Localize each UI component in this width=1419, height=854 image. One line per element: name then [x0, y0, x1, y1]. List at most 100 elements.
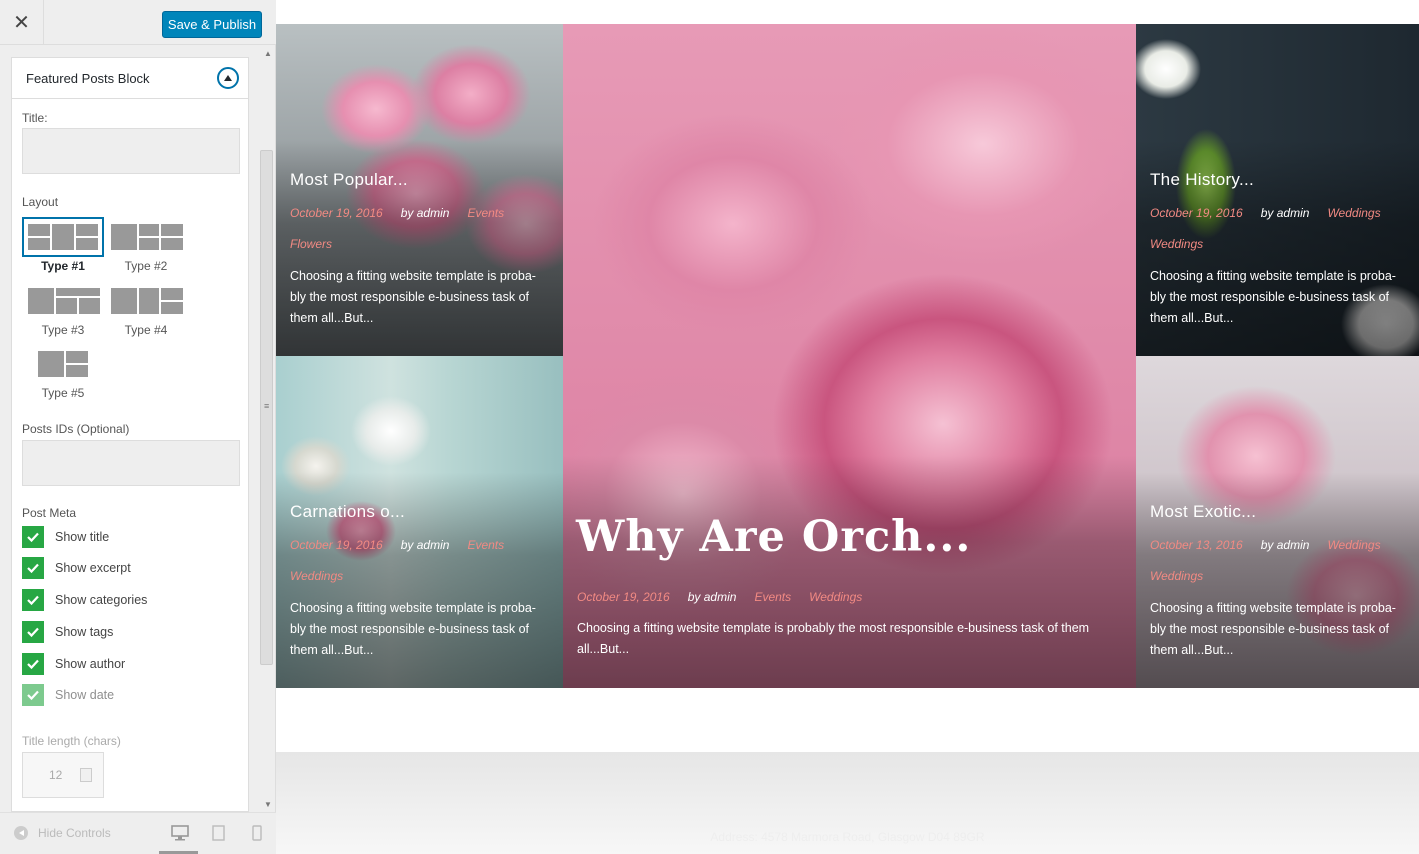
tablet-icon[interactable] — [210, 825, 228, 841]
collapse-section-button[interactable] — [217, 67, 239, 89]
layout-option-type-5[interactable]: Type #5 — [22, 344, 104, 402]
chevron-up-icon — [224, 75, 232, 81]
post-category[interactable]: Weddings — [809, 590, 862, 604]
scroll-thumb[interactable]: ≡ — [260, 150, 273, 665]
site-preview: Most Popular... October 19, 2016 by admin… — [276, 0, 1419, 854]
post-category[interactable]: Weddings — [1150, 569, 1203, 583]
post-date[interactable]: October 19, 2016 — [290, 206, 383, 220]
post-meta: October 13, 2016 by admin Weddings Wedding… — [1150, 530, 1409, 592]
post-title[interactable]: The History... — [1150, 170, 1254, 190]
stepper-value: 12 — [49, 768, 63, 782]
post-card-3-featured[interactable]: Why Are Orch... October 19, 2016 by admin… — [563, 24, 1136, 688]
post-category[interactable]: Weddings — [1150, 237, 1203, 251]
layout-option-type-2[interactable]: Type #2 — [105, 217, 187, 275]
layout-name: Type #2 — [124, 259, 168, 273]
layout-option-type-4[interactable]: Type #4 — [105, 281, 187, 339]
grip-icon: ≡ — [264, 401, 270, 411]
show-date-checkbox[interactable]: Show date — [22, 684, 114, 706]
post-category[interactable]: Events — [467, 538, 504, 552]
post-card-5[interactable]: Most Exotic... October 13, 2016 by admin W… — [1136, 356, 1419, 688]
post-excerpt: Choosing a fitting website template is p… — [1150, 601, 1396, 657]
featured-post-title[interactable]: Why Are Orch... — [576, 512, 971, 562]
collapse-icon — [14, 826, 28, 840]
post-category[interactable]: Weddings — [1327, 538, 1380, 552]
post-category[interactable]: Weddings — [1327, 206, 1380, 220]
post-author[interactable]: by admin — [401, 206, 450, 220]
post-ids-label: Posts IDs (Optional) — [22, 422, 130, 436]
layout-thumbnail-grid — [28, 224, 98, 250]
title-length-stepper[interactable]: 12 — [22, 752, 104, 798]
check-icon[interactable] — [22, 684, 44, 706]
post-author[interactable]: by admin — [401, 538, 450, 552]
post-excerpt: Choosing a fitting website template is p… — [290, 601, 536, 657]
post-date[interactable]: October 13, 2016 — [1150, 538, 1243, 552]
hide-controls-label: Hide Controls — [38, 826, 111, 840]
post-card-4[interactable]: The History... October 19, 2016 by admin W… — [1136, 24, 1419, 356]
post-meta: October 19, 2016 by admin Events Flowers — [290, 198, 553, 260]
section-header[interactable]: Featured Posts Block — [12, 58, 248, 99]
post-author[interactable]: by admin — [1261, 538, 1310, 552]
show-title-checkbox[interactable]: Show title — [22, 526, 109, 548]
post-category[interactable]: Events — [754, 590, 791, 604]
save-publish-button[interactable]: Save & Publish — [162, 11, 262, 38]
post-date[interactable]: October 19, 2016 — [577, 590, 670, 604]
layout-thumbnail-grid — [111, 224, 183, 250]
layout-option-type-1[interactable]: Type #1 — [22, 217, 104, 275]
sidebar-scrollbar[interactable]: ▲ ≡ ▼ — [259, 45, 276, 812]
footer-address: Address: 4578 Marmora Road, Glasgow D04 … — [710, 830, 985, 844]
checkbox-label: Show date — [55, 688, 115, 702]
scroll-down-icon[interactable]: ▼ — [264, 800, 272, 809]
layout-label: Layout — [22, 195, 59, 209]
layout-thumbnail-grid — [111, 288, 183, 314]
layout-thumbnail-grid — [28, 288, 100, 314]
checkbox-label: Show author — [55, 657, 126, 671]
customizer-footer: Hide Controls — [0, 812, 276, 854]
show-categories-checkbox[interactable]: Show categories — [22, 589, 147, 611]
customizer-sidebar: ✕ Save & Publish Featured Posts Block Ti… — [0, 0, 276, 854]
scroll-up-icon[interactable]: ▲ — [264, 49, 272, 58]
check-icon[interactable] — [22, 557, 44, 579]
featured-posts-panel: Featured Posts Block Title: Layout Type … — [11, 57, 249, 812]
post-category[interactable]: Flowers — [290, 237, 332, 251]
close-customizer-button[interactable]: ✕ — [0, 0, 44, 45]
layout-name: Type #4 — [124, 323, 168, 337]
post-meta: October 19, 2016 by admin Weddings Wedding… — [1150, 198, 1409, 260]
check-icon[interactable] — [22, 526, 44, 548]
check-icon[interactable] — [22, 621, 44, 643]
check-icon[interactable] — [22, 589, 44, 611]
post-category[interactable]: Events — [467, 206, 504, 220]
section-title: Featured Posts Block — [26, 70, 150, 86]
post-ids-input[interactable] — [22, 440, 240, 486]
post-title[interactable]: Most Popular... — [290, 170, 408, 190]
post-date[interactable]: October 19, 2016 — [290, 538, 383, 552]
post-date[interactable]: October 19, 2016 — [1150, 206, 1243, 220]
desktop-icon[interactable] — [171, 825, 189, 841]
hide-controls-button[interactable]: Hide Controls — [14, 826, 111, 840]
post-author[interactable]: by admin — [688, 590, 737, 604]
post-card-2[interactable]: Carnations o... October 19, 2016 by admin… — [276, 356, 563, 688]
title-input[interactable] — [22, 128, 240, 174]
post-excerpt: Choosing a fitting website template is p… — [1150, 269, 1396, 325]
post-card-1[interactable]: Most Popular... October 19, 2016 by admin… — [276, 24, 563, 356]
show-author-checkbox[interactable]: Show author — [22, 653, 125, 675]
post-excerpt: Choosing a fitting website template is p… — [290, 269, 536, 325]
layout-name: Type #5 — [41, 386, 85, 400]
checkbox-label: Show categories — [55, 593, 148, 607]
title-label: Title: — [22, 111, 48, 125]
layout-option-type-3[interactable]: Type #3 — [22, 281, 104, 339]
show-excerpt-checkbox[interactable]: Show excerpt — [22, 557, 131, 579]
post-title[interactable]: Carnations o... — [290, 502, 405, 522]
checkbox-label: Show tags — [55, 625, 114, 639]
layout-name: Type #1 — [41, 259, 85, 273]
post-title[interactable]: Most Exotic... — [1150, 502, 1256, 522]
checkbox-label: Show title — [55, 530, 110, 544]
post-meta: October 19, 2016 by admin Events Weddings — [290, 530, 553, 592]
post-author[interactable]: by admin — [1261, 206, 1310, 220]
stepper-arrows-icon[interactable] — [80, 768, 92, 782]
layout-thumbnail-grid — [38, 351, 88, 377]
show-tags-checkbox[interactable]: Show tags — [22, 621, 113, 643]
post-category[interactable]: Weddings — [290, 569, 343, 583]
check-icon[interactable] — [22, 653, 44, 675]
mobile-icon[interactable] — [248, 825, 266, 841]
site-footer: Address: 4578 Marmora Road, Glasgow D04 … — [276, 752, 1419, 854]
